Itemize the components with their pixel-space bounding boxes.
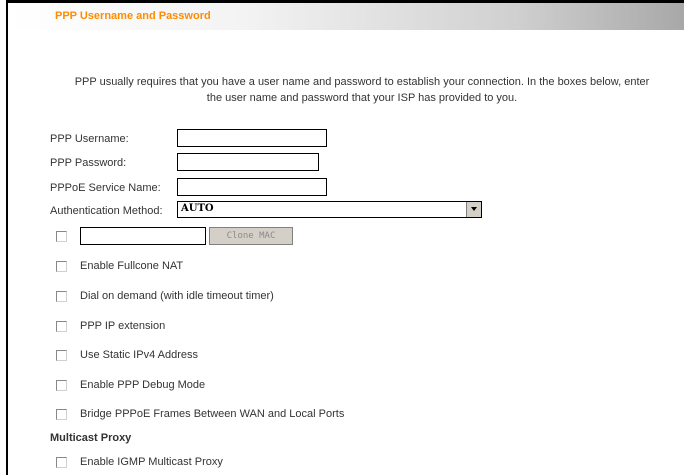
left-border bbox=[6, 0, 8, 475]
ppp-ip-extension-label: PPP IP extension bbox=[80, 320, 166, 332]
clone-mac-button[interactable]: Clone MAC bbox=[209, 227, 293, 245]
fullcone-nat-label: Enable Fullcone NAT bbox=[80, 260, 184, 272]
ppp-debug-mode-checkbox[interactable] bbox=[56, 380, 67, 391]
authentication-method-value: AUTO bbox=[181, 203, 214, 214]
chevron-down-icon[interactable] bbox=[466, 202, 481, 217]
ppp-debug-mode-label: Enable PPP Debug Mode bbox=[80, 379, 206, 391]
clone-mac-checkbox[interactable] bbox=[56, 231, 67, 242]
static-ipv4-label: Use Static IPv4 Address bbox=[80, 349, 198, 361]
dial-on-demand-label: Dial on demand (with idle timeout timer) bbox=[80, 290, 274, 302]
static-ipv4-checkbox[interactable] bbox=[56, 350, 67, 361]
intro-text: PPP usually requires that you have a use… bbox=[40, 74, 684, 106]
igmp-multicast-proxy-label: Enable IGMP Multicast Proxy bbox=[80, 456, 223, 468]
igmp-multicast-proxy-checkbox[interactable] bbox=[56, 457, 67, 468]
bridge-pppoe-frames-checkbox[interactable] bbox=[56, 409, 67, 420]
ppp-password-label: PPP Password: bbox=[50, 157, 127, 169]
ppp-ip-extension-checkbox[interactable] bbox=[56, 321, 67, 332]
intro-line-2: the user name and password that your ISP… bbox=[206, 92, 518, 104]
authentication-method-select[interactable]: AUTO bbox=[177, 201, 482, 218]
ppp-username-label: PPP Username: bbox=[50, 133, 129, 145]
pppoe-service-name-input[interactable] bbox=[177, 178, 327, 196]
fullcone-nat-checkbox[interactable] bbox=[56, 261, 67, 272]
page-title: PPP Username and Password bbox=[55, 10, 211, 22]
dial-on-demand-checkbox[interactable] bbox=[56, 291, 67, 302]
authentication-method-label: Authentication Method: bbox=[50, 205, 163, 217]
multicast-proxy-heading: Multicast Proxy bbox=[50, 432, 132, 444]
intro-line-1: PPP usually requires that you have a use… bbox=[74, 76, 650, 88]
pppoe-service-name-label: PPPoE Service Name: bbox=[50, 182, 161, 194]
ppp-username-input[interactable] bbox=[177, 129, 327, 147]
ppp-password-input[interactable] bbox=[177, 153, 319, 171]
mac-address-input[interactable] bbox=[80, 227, 206, 245]
bridge-pppoe-frames-label: Bridge PPPoE Frames Between WAN and Loca… bbox=[80, 408, 345, 420]
